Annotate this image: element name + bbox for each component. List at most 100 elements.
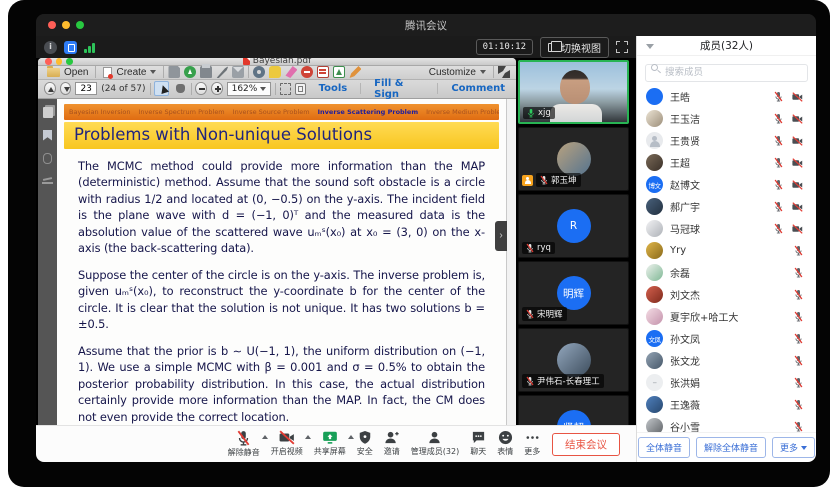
hand-tool-button[interactable] <box>173 81 187 96</box>
pdf-scrollbar[interactable] <box>506 99 516 426</box>
sign-pen-icon[interactable] <box>216 66 228 78</box>
member-row[interactable]: 余磊 <box>637 262 816 284</box>
expand-icon[interactable] <box>498 66 510 78</box>
member-row[interactable]: 张文龙 <box>637 350 816 372</box>
zoom-level-select[interactable]: 162% <box>227 82 272 96</box>
camera-off-icon[interactable] <box>792 114 803 124</box>
mic-muted-icon[interactable] <box>794 289 803 300</box>
video-tile[interactable]: 郭玉坤 <box>518 127 629 191</box>
upload-cloud-icon[interactable] <box>184 66 196 78</box>
chevron-up-icon[interactable] <box>262 435 268 439</box>
stamp-icon[interactable] <box>301 66 313 78</box>
member-row[interactable]: 郝广宇 <box>637 196 816 218</box>
camera-off-icon[interactable] <box>792 92 803 102</box>
page-number-input[interactable] <box>75 82 97 95</box>
highlighter-icon[interactable] <box>285 66 297 78</box>
mic-muted-icon[interactable] <box>774 179 783 190</box>
meeting-info-icon[interactable] <box>44 41 57 54</box>
print-icon[interactable] <box>200 66 212 78</box>
chat-button[interactable]: 聊天 <box>470 430 486 457</box>
prev-page-button[interactable] <box>44 82 56 95</box>
select-tool-button[interactable] <box>154 81 168 96</box>
end-meeting-button[interactable]: 结束会议 <box>552 433 620 456</box>
zoom-out-button[interactable] <box>195 82 207 95</box>
mic-muted-icon[interactable] <box>794 355 803 366</box>
gear-icon[interactable] <box>253 66 265 78</box>
mic-muted-icon[interactable] <box>794 245 803 256</box>
tools-link[interactable]: Tools <box>314 83 353 94</box>
member-row[interactable]: 王超 <box>637 152 816 174</box>
video-tile[interactable]: xjg <box>518 60 629 124</box>
pencil-icon[interactable] <box>349 66 361 78</box>
mic-muted-icon[interactable] <box>774 135 783 146</box>
camera-off-icon[interactable] <box>792 202 803 212</box>
member-row[interactable]: Yry <box>637 240 816 262</box>
pages-panel-icon[interactable] <box>43 107 53 118</box>
unmute-all-button[interactable]: 解除全体静音 <box>696 437 766 458</box>
camera-off-icon[interactable] <box>792 180 803 190</box>
invite-button[interactable]: 邀请 <box>384 430 400 457</box>
fit-page-icon[interactable] <box>295 83 306 95</box>
member-row[interactable]: – 张洪娟 <box>637 372 816 394</box>
camera-off-icon[interactable] <box>792 136 803 146</box>
comment-link[interactable]: Comment <box>446 83 510 94</box>
manage-members-button[interactable]: 管理成员(32) <box>411 430 459 457</box>
search-input[interactable] <box>645 64 808 82</box>
security-icon[interactable] <box>64 41 77 54</box>
mic-muted-icon[interactable] <box>774 223 783 234</box>
mic-muted-icon[interactable] <box>774 157 783 168</box>
attachments-panel-icon[interactable] <box>43 153 52 164</box>
member-row[interactable]: 文凤 孙文凤 <box>637 328 816 350</box>
chevron-up-icon[interactable] <box>305 435 311 439</box>
mic-muted-icon[interactable] <box>774 201 783 212</box>
mic-muted-icon[interactable] <box>794 267 803 278</box>
mute-all-button[interactable]: 全体静音 <box>638 437 690 458</box>
zoom-in-button[interactable] <box>211 82 223 95</box>
fullscreen-icon[interactable] <box>616 41 628 53</box>
camera-off-icon[interactable] <box>792 158 803 168</box>
redact-doc-icon[interactable] <box>317 66 329 78</box>
mic-muted-icon[interactable] <box>794 333 803 344</box>
mic-muted-icon[interactable] <box>794 311 803 322</box>
export-doc-icon[interactable] <box>333 66 345 78</box>
more-members-button[interactable]: 更多 <box>772 437 815 458</box>
save-icon[interactable] <box>168 66 180 78</box>
open-button[interactable]: Open <box>44 66 91 79</box>
security-button[interactable]: 安全 <box>357 430 373 457</box>
tools-pane-arrow[interactable]: › <box>495 221 507 251</box>
comment-note-icon[interactable] <box>269 66 281 78</box>
video-tile[interactable]: 明辉 <box>518 261 629 325</box>
create-button[interactable]: Create <box>100 66 159 79</box>
member-row[interactable]: 刘文杰 <box>637 284 816 306</box>
camera-off-icon[interactable] <box>792 224 803 234</box>
member-row[interactable]: 王逸薇 <box>637 394 816 416</box>
unmute-button[interactable]: 解除静音 <box>228 430 260 458</box>
chevron-up-icon[interactable] <box>348 435 354 439</box>
start-video-button[interactable]: 开启视频 <box>271 430 303 457</box>
member-row[interactable]: 王皓 <box>637 86 816 108</box>
mic-muted-icon[interactable] <box>794 399 803 410</box>
member-row[interactable]: 马冠球 <box>637 218 816 240</box>
share-screen-button[interactable]: 共享屏幕 <box>314 430 346 457</box>
mic-muted-icon[interactable] <box>794 421 803 432</box>
mic-muted-icon[interactable] <box>794 377 803 388</box>
bookmarks-panel-icon[interactable] <box>43 130 52 141</box>
emoji-button[interactable]: 表情 <box>497 430 513 457</box>
switch-view-button[interactable]: 切换视图 <box>540 37 609 58</box>
member-row[interactable]: 谷小雪 <box>637 416 816 433</box>
marquee-zoom-icon[interactable] <box>280 83 291 95</box>
video-tile[interactable]: R <box>518 194 629 258</box>
video-tile[interactable]: 贤超 <box>518 395 629 425</box>
member-row[interactable]: 夏宇欣+哈工大 <box>637 306 816 328</box>
mic-muted-icon[interactable] <box>774 113 783 124</box>
video-tile[interactable]: 尹伟石-长春理工 <box>518 328 629 392</box>
member-row[interactable]: 王贵贤 <box>637 130 816 152</box>
fill-sign-link[interactable]: Fill & Sign <box>369 78 429 100</box>
member-row[interactable]: 王玉洁 <box>637 108 816 130</box>
mic-muted-icon[interactable] <box>774 91 783 102</box>
more-button[interactable]: 更多 <box>524 430 540 457</box>
next-page-button[interactable] <box>60 82 72 95</box>
collapse-panel-icon[interactable] <box>646 44 654 49</box>
mail-icon[interactable] <box>232 66 244 78</box>
customize-button[interactable]: Customize <box>426 66 489 79</box>
